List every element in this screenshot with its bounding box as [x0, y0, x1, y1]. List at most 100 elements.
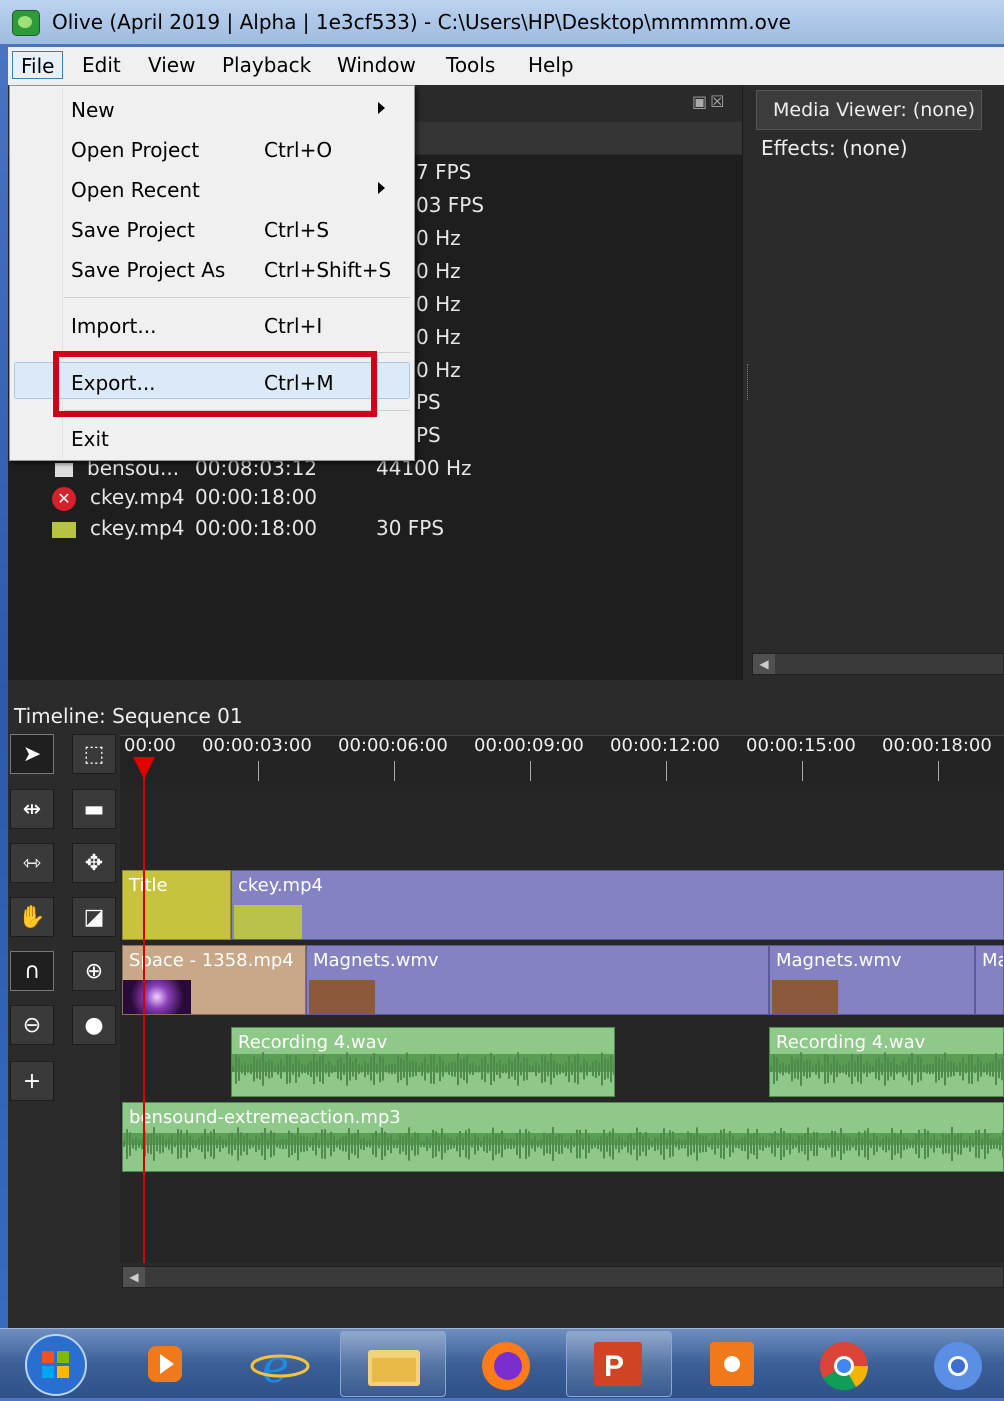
list-item[interactable]: ✕ ckey.mp4 [52, 485, 184, 511]
effects-label: Effects: (none) [761, 136, 908, 160]
zoom-in-icon: ⊕ [84, 959, 104, 984]
audio-waveform [232, 1052, 614, 1086]
ruler-tick [530, 761, 531, 781]
ruler-tick-label: 00:00:09:00 [474, 735, 584, 756]
timeline-clip-recording[interactable]: Recording 4.wav [769, 1027, 1004, 1097]
error-icon: ✕ [52, 486, 76, 511]
record-button[interactable]: ● [72, 1005, 116, 1045]
scroll-left-icon[interactable]: ◀ [753, 654, 775, 674]
taskbar-chrome[interactable] [812, 1336, 876, 1392]
rate-cell: PS [416, 390, 441, 414]
ripple-arrows-icon: ⇹ [22, 797, 42, 822]
record-dot-icon: ● [84, 1013, 104, 1038]
rate-cell: 0 Hz [416, 325, 461, 349]
timeline-tracks[interactable] [120, 785, 1004, 1263]
ruler-tick-label: 00:00:06:00 [338, 735, 448, 756]
zoom-in-button[interactable]: ⊕ [72, 951, 116, 991]
menu-bar: File Edit View Playback Window Tools Hel… [8, 47, 1004, 86]
slide-tool-button[interactable]: ✥ [72, 843, 116, 883]
menu-item-new[interactable]: New [71, 98, 115, 122]
audio-waveform [123, 1127, 1003, 1161]
razor-icon: ▬ [83, 797, 105, 822]
ripple-tool-button[interactable]: ⇹ [10, 789, 54, 829]
playhead-marker-icon[interactable] [133, 757, 155, 779]
timeline-clip-ckey[interactable]: ckey.mp4 [231, 870, 1004, 940]
menu-item-exit[interactable]: Exit [71, 427, 109, 451]
audio-waveform [770, 1052, 1003, 1086]
timeline-scrollbar[interactable]: ◀ [122, 1266, 1004, 1288]
timeline-clip-space[interactable]: Space - 1358.mp4 [122, 945, 306, 1015]
marquee-icon: ⬚ [83, 742, 105, 767]
menu-help[interactable]: Help [520, 51, 582, 79]
snapping-toggle[interactable]: ∩ [10, 951, 54, 991]
add-button[interactable]: + [10, 1061, 54, 1101]
clip-thumbnail [123, 980, 191, 1014]
duration-cell: 00:00:18:00 [195, 516, 318, 540]
menu-playback[interactable]: Playback [214, 51, 319, 79]
timeline-clip-title[interactable]: Title [122, 870, 231, 940]
ruler-tick [802, 761, 803, 781]
audio-file-icon [55, 462, 73, 477]
project-column-header [412, 122, 742, 154]
zoom-out-icon: ⊖ [22, 1013, 42, 1038]
menu-item-save-project-as[interactable]: Save Project As [71, 258, 225, 282]
taskbar-chromium[interactable] [926, 1336, 990, 1392]
menu-item-import[interactable]: Import... [71, 314, 156, 338]
edit-tool-button[interactable]: ⬚ [72, 734, 116, 774]
scroll-left-icon[interactable]: ◀ [123, 1267, 145, 1287]
timeline-clip-magnets[interactable]: Magnets.wmv [769, 945, 975, 1015]
rate-cell: 7 FPS [416, 160, 472, 184]
timeline-clip-music[interactable]: bensound-extremeaction.mp3 [122, 1102, 1004, 1172]
pointer-tool-button[interactable]: ➤ [10, 734, 54, 774]
window-title: Olive (April 2019 | Alpha | 1e3cf533) - … [52, 10, 791, 34]
menu-edit[interactable]: Edit [74, 51, 129, 79]
hand-tool-button[interactable]: ✋ [10, 897, 54, 937]
razor-tool-button[interactable]: ▬ [72, 789, 116, 829]
tab-media-viewer[interactable]: Media Viewer: (none) [756, 90, 982, 130]
timeline-clip-magnets[interactable]: Ma [975, 945, 1004, 1015]
shortcut-label: Ctrl+I [264, 314, 323, 338]
taskbar-screen-capture[interactable] [700, 1336, 764, 1392]
list-item[interactable]: ckey.mp4 [52, 516, 184, 540]
zoom-out-button[interactable]: ⊖ [10, 1005, 54, 1045]
media-player-icon [148, 1346, 182, 1382]
menu-file[interactable]: File [12, 51, 64, 79]
effects-scrollbar[interactable]: ◀ [752, 653, 1004, 675]
timeline-clip-magnets[interactable]: Magnets.wmv [306, 945, 769, 1015]
timeline-title: Timeline: Sequence 01 [14, 704, 243, 728]
duration-cell: 00:00:18:00 [195, 485, 318, 509]
panel-splitter[interactable] [747, 364, 751, 400]
internet-explorer-icon: e [250, 1339, 310, 1393]
transition-tool-button[interactable]: ◪ [72, 897, 116, 937]
menu-item-open-project[interactable]: Open Project [71, 138, 199, 162]
rate-cell: PS [416, 423, 441, 447]
taskbar-firefox[interactable] [474, 1336, 538, 1392]
folder-icon [368, 1350, 420, 1386]
menu-item-save-project[interactable]: Save Project [71, 218, 195, 242]
panel-dock-buttons[interactable]: ▣☒ [692, 92, 727, 111]
shortcut-label: Ctrl+O [264, 138, 333, 162]
menu-separator [64, 297, 410, 298]
taskbar-media-player[interactable] [132, 1336, 196, 1392]
timeline-clip-recording[interactable]: Recording 4.wav [231, 1027, 615, 1097]
slip-tool-button[interactable]: ⇿ [10, 843, 54, 883]
menu-window[interactable]: Window [329, 51, 424, 79]
taskbar-internet-explorer[interactable]: e [248, 1336, 312, 1393]
screen-capture-icon [710, 1342, 754, 1386]
ruler-tick [666, 761, 667, 781]
menu-view[interactable]: View [140, 51, 203, 79]
taskbar-file-explorer[interactable] [362, 1336, 426, 1392]
rate-cell: 0 Hz [416, 259, 461, 283]
windows-orb-icon [25, 1334, 87, 1396]
powerpoint-icon: P [594, 1342, 642, 1386]
shortcut-label: Ctrl+S [264, 218, 330, 242]
playhead[interactable] [143, 758, 145, 1263]
menu-tools[interactable]: Tools [438, 51, 503, 79]
start-button[interactable] [22, 1332, 90, 1396]
taskbar-powerpoint[interactable]: P [586, 1336, 650, 1392]
submenu-arrow-icon [378, 102, 385, 114]
ruler-tick [938, 761, 939, 781]
menu-item-open-recent[interactable]: Open Recent [71, 178, 200, 202]
svg-text:P: P [604, 1350, 624, 1383]
cursor-arrow-icon: ➤ [22, 742, 42, 767]
